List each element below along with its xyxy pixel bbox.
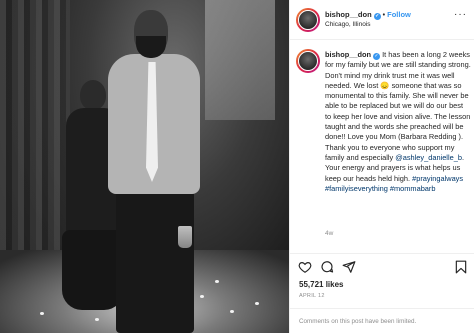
post-location[interactable]: Chicago, Illinois [325, 21, 371, 28]
comments-limited-notice: Comments on this post have been limited. [290, 308, 474, 333]
verified-badge-icon: ✓ [373, 53, 380, 60]
more-horizontal-icon[interactable]: ··· [454, 10, 467, 20]
post-side-panel: bishop__don ✓ • Follow Chicago, Illinois ··… [289, 0, 474, 333]
caption-avatar[interactable] [296, 49, 320, 73]
follow-button[interactable]: Follow [387, 10, 411, 19]
post-age: 4w [325, 230, 334, 237]
heart-icon[interactable] [298, 260, 312, 274]
caption-mention-link[interactable]: @ashley_danielle_b [395, 153, 462, 162]
caption-username[interactable]: bishop__don [325, 50, 371, 59]
bookmark-icon[interactable] [454, 260, 468, 274]
caption-block: bishop__don ✓ It has been a long 2 weeks … [290, 40, 474, 250]
verified-badge-icon: ✓ [373, 13, 381, 20]
post-photo[interactable] [0, 0, 289, 333]
drink-glass [178, 226, 192, 248]
caption-body-1: It has been a long 2 weeks for my family… [325, 50, 471, 162]
post-author[interactable]: bishop__don ✓ • Follow [325, 10, 411, 20]
action-bar [290, 253, 474, 277]
post-header: bishop__don ✓ • Follow Chicago, Illinois ··… [290, 0, 474, 40]
comment-icon[interactable] [320, 260, 334, 274]
man-figure [108, 10, 208, 333]
like-count[interactable]: 55,721 likes [299, 280, 343, 289]
avatar[interactable] [296, 8, 320, 32]
post-date: APRIL 12 [299, 293, 325, 299]
separator-dot: • [382, 12, 386, 19]
post-author-username[interactable]: bishop__don [325, 10, 372, 19]
caption-text: bishop__don ✓ It has been a long 2 weeks … [325, 50, 471, 194]
share-icon[interactable] [342, 260, 356, 274]
window-background [205, 0, 275, 120]
